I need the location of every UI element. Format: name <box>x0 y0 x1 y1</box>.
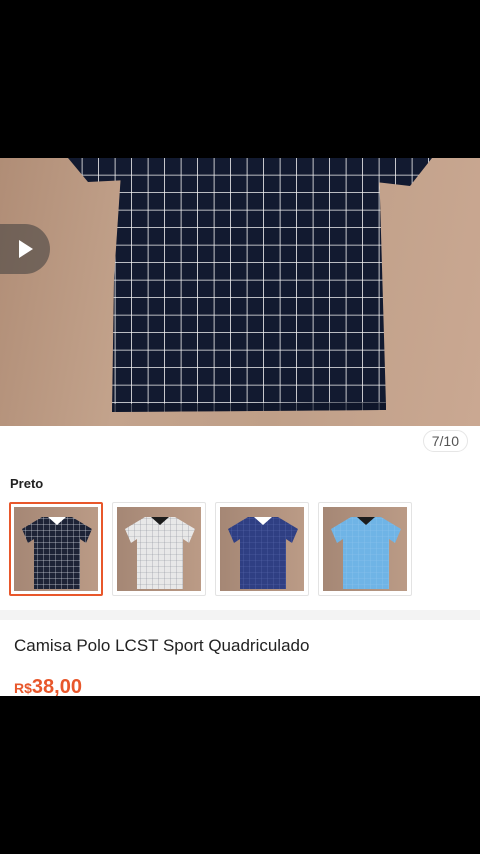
image-counter: 7/10 <box>422 430 468 452</box>
variant-thumb-navy[interactable] <box>215 502 309 596</box>
product-page: 7/10 Preto Camisa Polo LCST Sport Quadri… <box>0 158 480 696</box>
variant-image-white <box>117 507 201 591</box>
price-value: 38,00 <box>31 676 82 696</box>
variant-thumb-white[interactable] <box>112 502 206 596</box>
product-image[interactable] <box>0 158 480 426</box>
variant-image-light-blue <box>323 507 407 591</box>
variant-thumbnails <box>9 502 412 596</box>
variant-image-navy <box>220 507 304 591</box>
variant-thumb-black[interactable] <box>9 502 103 596</box>
price-currency: R$ <box>14 680 32 696</box>
variant-image-black <box>14 507 98 591</box>
product-title: Camisa Polo LCST Sport Quadriculado <box>14 636 310 655</box>
variant-label: Preto <box>10 476 44 491</box>
variant-thumb-light-blue[interactable] <box>318 502 412 596</box>
shirt-illustration <box>68 158 432 412</box>
play-icon <box>19 240 33 258</box>
play-video-button[interactable] <box>0 224 50 274</box>
product-price: R$38,00 <box>14 676 82 696</box>
section-divider <box>0 610 480 620</box>
